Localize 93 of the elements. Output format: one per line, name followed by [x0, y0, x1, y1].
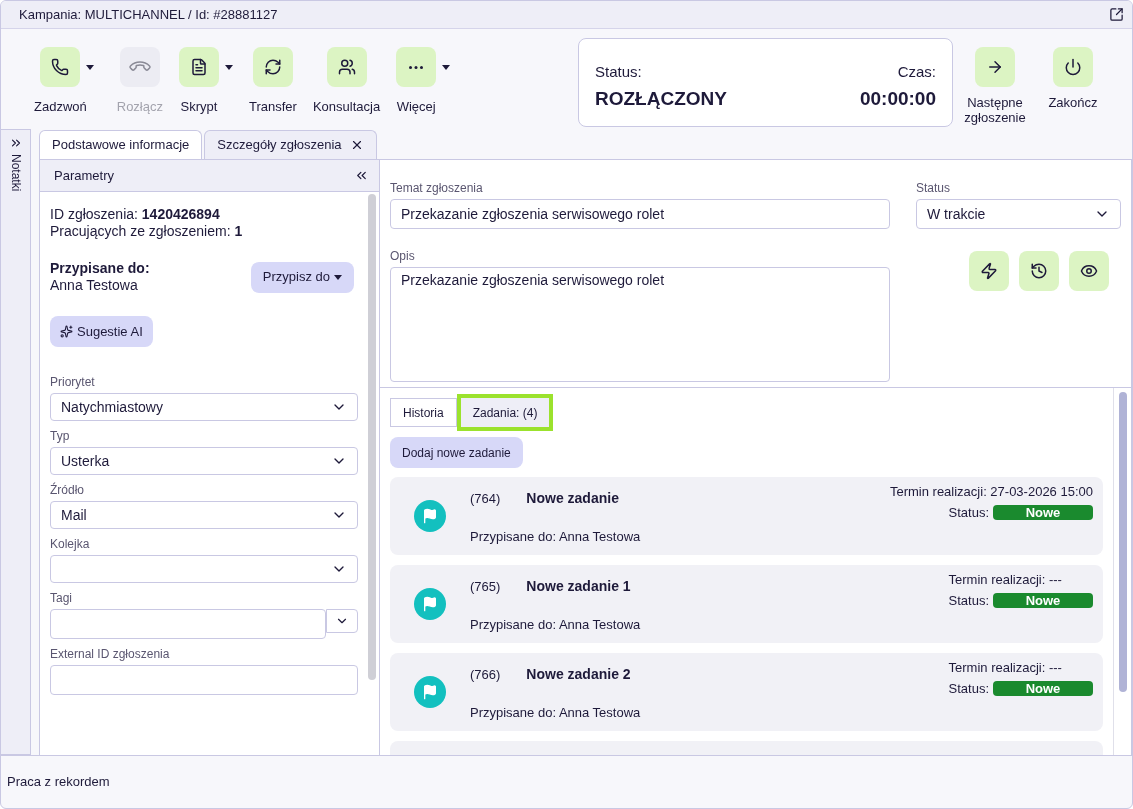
field-label: Temat zgłoszenia: [390, 180, 484, 197]
task-card[interactable]: (766) Nowe zadanie 2 Przypisane do: Anna Testowa Termin realizacji: --- Status: Nowe: [390, 653, 1103, 731]
panel-title: Parametry: [54, 166, 114, 185]
subject-field[interactable]: Przekazanie zgłoszenia serwisowego rolet: [390, 199, 890, 229]
task-number: (765): [470, 577, 501, 596]
icon-button[interactable]: [1019, 251, 1059, 291]
task-title: Nowe zadanie 2: [526, 665, 631, 684]
task-title: Nowe zadanie 1: [526, 577, 631, 596]
status-badge: Nowe: [993, 592, 1093, 608]
toolbar-label: Rozłącz: [116, 98, 163, 116]
more-icon: [409, 65, 424, 69]
tags-field[interactable]: [50, 609, 326, 639]
status-label: Status:: [595, 62, 643, 82]
toolbar-button[interactable]: [40, 47, 81, 87]
ai-suggestions-button[interactable]: Sugestie AI: [50, 316, 153, 347]
history-icon: [1030, 262, 1048, 280]
status-badge: Nowe: [993, 504, 1093, 520]
toolbar-button[interactable]: [326, 47, 367, 87]
tab[interactable]: Zadania: (4): [456, 394, 554, 431]
icon-button[interactable]: [1069, 251, 1109, 291]
eye-icon: [1080, 262, 1098, 280]
select-field[interactable]: Mail: [50, 501, 358, 529]
task-due-date: Termin realizacji: ---: [948, 571, 1062, 589]
toolbar-button[interactable]: [179, 47, 219, 87]
action-button[interactable]: [975, 47, 1015, 87]
time-label: Czas:: [897, 62, 936, 82]
task-title: Nowe zadanie: [526, 489, 619, 508]
assign-button[interactable]: Przypisz do: [250, 261, 354, 293]
toolbar-button[interactable]: [252, 47, 293, 87]
task-card[interactable]: (764) Nowe zadanie Przypisane do: Anna Testowa Termin realizacji: 27-03-2026 15:00 Status: Nowe: [390, 477, 1103, 555]
flag-icon: [414, 500, 446, 532]
scrollbar-thumb[interactable]: [368, 194, 376, 680]
assigned-name: Anna Testowa: [50, 277, 139, 294]
flag-icon: [414, 676, 446, 708]
refresh-icon: [263, 58, 282, 76]
status-badge: Nowe: [993, 680, 1093, 696]
toolbar-label: Zadzwoń: [34, 98, 87, 116]
task-due-date: Termin realizacji: ---: [948, 659, 1062, 677]
assigned-label: Przypisane do:: [50, 260, 150, 277]
task-due-date: Termin realizacji: 27-03-2026 15:00: [889, 483, 1093, 501]
task-assignee: Przypisane do: Anna Testowa: [470, 704, 642, 722]
status-select[interactable]: W trakcie: [916, 199, 1121, 229]
text-field[interactable]: [50, 665, 358, 695]
description-field[interactable]: Przekazanie zgłoszenia serwisowego rolet: [390, 267, 890, 382]
status-label: Status:: [948, 591, 989, 610]
notes-tab[interactable]: Notatki: [1, 129, 31, 755]
field-label: Priorytet: [50, 374, 96, 391]
status-label: Status:: [948, 679, 989, 698]
action-label: Następne zgłoszenie: [963, 95, 1027, 125]
action-label: Zakończ: [1048, 95, 1098, 110]
arrow-right-icon: [986, 58, 1004, 76]
tab[interactable]: Podstawowe informacje: [39, 130, 203, 159]
field-label: Tagi: [50, 590, 73, 607]
workers-count: Pracujących ze zgłoszeniem: 1: [50, 223, 244, 240]
toolbar-label: Konsultacja: [312, 98, 381, 116]
task-number: (764): [470, 489, 501, 508]
sparkle-icon: [60, 325, 73, 338]
task-card[interactable]: (765) Nowe zadanie 1 Przypisane do: Anna Testowa Termin realizacji: --- Status: Nowe: [390, 565, 1103, 643]
field-label: Typ: [50, 428, 71, 445]
task-assignee: Przypisane do: Anna Testowa: [470, 528, 642, 546]
people-icon: [337, 58, 356, 76]
task-assignee: Przypisane do: Anna Testowa: [470, 616, 642, 634]
ticket-id: ID zgłoszenia: 1420426894: [50, 206, 221, 223]
toolbar-label: Transfer: [249, 98, 297, 116]
scrollbar-thumb[interactable]: [1118, 392, 1127, 692]
toolbar-label: Skrypt: [180, 98, 218, 116]
footer-label: Praca z rekordem: [7, 773, 110, 792]
field-label: Kolejka: [50, 536, 91, 553]
window-title: Kampania: MULTICHANNEL / Id: #28881127: [19, 5, 278, 24]
status-value: ROZŁĄCZONY: [595, 86, 727, 111]
tab[interactable]: Szczegóły zgłoszenia: [204, 130, 377, 159]
lightning-icon: [980, 262, 998, 280]
select-field[interactable]: Usterka: [50, 447, 358, 475]
status-label: Status:: [948, 503, 989, 522]
power-icon: [1064, 58, 1082, 76]
action-button[interactable]: [1053, 47, 1093, 87]
icon-button[interactable]: [969, 251, 1009, 291]
task-number: (766): [470, 665, 501, 684]
select-field[interactable]: Natychmiastowy: [50, 393, 358, 421]
phone-icon: [51, 58, 70, 76]
add-task-button[interactable]: Dodaj nowe zadanie: [390, 437, 523, 468]
document-icon: [190, 58, 208, 76]
toolbar-label: Więcej: [396, 98, 436, 116]
caret-icon: [334, 274, 342, 280]
field-label: Opis: [390, 248, 416, 265]
pop-out-icon[interactable]: [1109, 7, 1124, 22]
select-field[interactable]: [50, 555, 358, 583]
field-label: Źródło: [50, 481, 85, 499]
time-value: 00:00:00: [859, 86, 936, 111]
tab[interactable]: Historia: [390, 398, 457, 427]
flag-icon: [414, 588, 446, 620]
field-label: External ID zgłoszenia: [50, 646, 171, 663]
field-label: Status: [916, 180, 952, 197]
